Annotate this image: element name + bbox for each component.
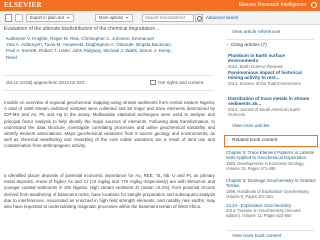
citing-article[interactable]: Parsimonious impact of historical mining… (228, 70, 316, 86)
more-options-label: More options (99, 15, 124, 20)
citing-article-title[interactable]: Distribution of trace metals in stream s… (228, 96, 316, 107)
search-input[interactable]: Search ScienceDirect (142, 14, 194, 22)
related-book-item[interactable]: Chapter 5: Drainage Geochemistry in Gran… (226, 178, 316, 199)
citing-article-source: 2014, Science of the Total Environment (228, 80, 301, 86)
chevron-down-icon: ▼ (66, 16, 70, 20)
divider (4, 75, 214, 76)
research-intelligence-link[interactable]: Elsevier Research Intelligence (239, 2, 306, 8)
article-title: Evaluation of the ultimate biodistributi… (4, 26, 160, 32)
citing-article[interactable]: Plumbum in Earth surface environments 20… (228, 53, 316, 69)
citing-article-title[interactable]: Plumbum in Earth surface environments (228, 53, 316, 64)
related-book-source: 1995, Handbook of Exploration Geochemist… (226, 188, 310, 199)
citing-article-title[interactable]: Parsimonious impact of historical mining… (228, 70, 316, 81)
advanced-search-link[interactable]: Advanced search (206, 15, 238, 20)
view-more-articles-link[interactable]: View more articles (232, 123, 269, 128)
pdf-icon[interactable] (5, 14, 12, 22)
divider (226, 39, 314, 40)
related-book-item[interactable]: Chapter 5: Trace Element Patterns in Lat… (226, 150, 316, 171)
help-icon[interactable] (311, 2, 317, 8)
citing-articles-header[interactable]: + Citing articles (7) (226, 43, 267, 48)
citing-article-source: 2014, Journal of South American Earth Sc… (228, 106, 300, 117)
abstract-paragraph: a identified placer deposits of potentia… (4, 173, 215, 210)
related-book-content-header[interactable]: − Related book content (224, 135, 318, 147)
related-book-title[interactable]: Chapter 5: Drainage Geochemistry in Gran… (226, 178, 316, 189)
rights-link[interactable]: Get rights and content (150, 80, 203, 85)
author-list: Katherine V. Knights, Roger M. Rea, Chri… (6, 36, 212, 61)
view-article-references-link[interactable]: View article references (232, 30, 280, 35)
rights-label: Get rights and content (158, 80, 204, 85)
divider (4, 90, 214, 91)
citing-articles-label: Citing articles (7) (230, 43, 267, 48)
article-toolbar: Export in plain text ▼ More options ▼ Sear… (0, 11, 320, 25)
more-options-button[interactable]: More options ▼ (95, 14, 133, 22)
related-book-content-label: Related book content (232, 138, 278, 143)
top-bar: ELSEVIER Elsevier Research Intelligence (0, 0, 320, 11)
author-line[interactable]: Reed (6, 55, 212, 61)
related-book-title[interactable]: Chapter 5: Trace Element Patterns in Lat… (226, 150, 316, 161)
external-link-icon (150, 80, 156, 85)
citing-article[interactable]: Distribution of trace metals in stream s… (228, 96, 316, 117)
article-body: Evaluation of the ultimate biodistributi… (0, 26, 220, 240)
export-button-label: Export in plain text (30, 15, 65, 20)
email-button[interactable] (15, 14, 23, 22)
related-book-source: 2014, Treatise on Geochemistry (Second E… (226, 208, 301, 219)
chevron-down-icon: ▼ (125, 16, 129, 20)
elsevier-logo[interactable]: ELSEVIER (4, 1, 42, 9)
collapse-icon: − (227, 138, 230, 143)
divider (226, 230, 314, 231)
related-book-item[interactable]: 13.24 - Exploration Geochemistry 2014, T… (226, 203, 316, 218)
citing-article-source: 2014, Earth Science Reviews (228, 63, 283, 69)
view-more-book-content-link[interactable]: View more book content (232, 233, 281, 238)
sidebar: View article references + Citing articles… (224, 26, 320, 240)
related-book-source: 1983, Developments in Economic Geology, … (226, 160, 305, 171)
expand-icon: + (226, 43, 229, 48)
search-icon[interactable] (195, 14, 203, 22)
export-button[interactable]: Export in plain text ▼ (26, 14, 74, 22)
doi-link[interactable]: doi:10.1016/j.apgeochem.2012.02.023 (6, 80, 84, 85)
abstract-paragraph: models on overview of regional geochemic… (4, 100, 215, 149)
